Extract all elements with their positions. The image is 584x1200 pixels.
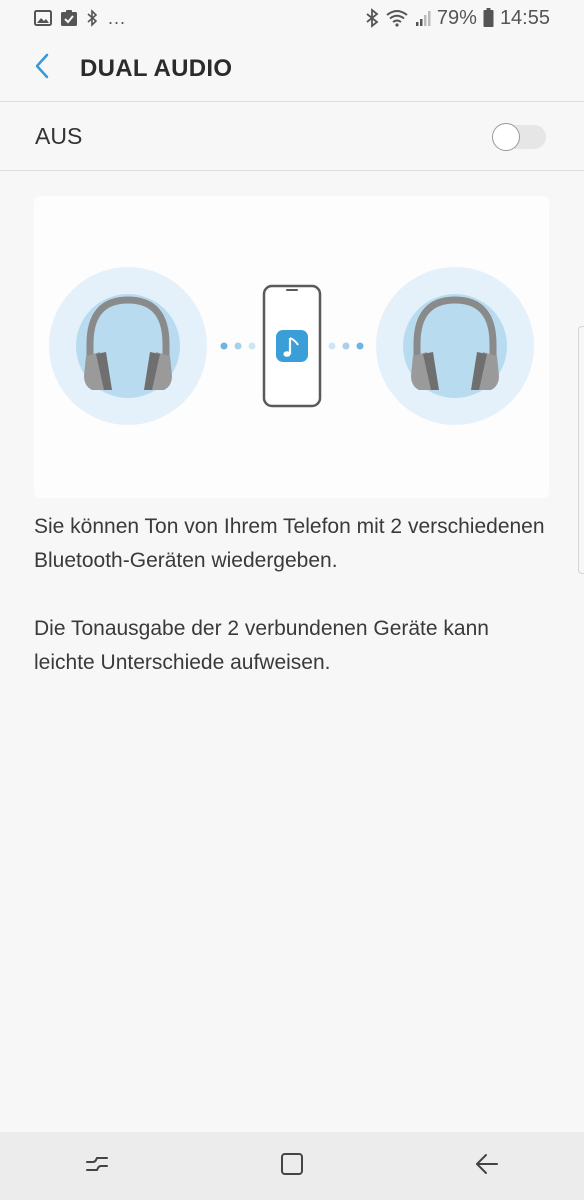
home-button[interactable] — [262, 1136, 322, 1196]
clock: 14:55 — [499, 6, 550, 29]
battery-percent: 79% — [436, 6, 477, 29]
bluetooth-icon — [365, 8, 379, 28]
switch-knob — [492, 122, 520, 151]
toggle-label: AUS — [35, 123, 83, 149]
dual-audio-toggle-row[interactable]: AUS — [0, 103, 584, 171]
status-bar: ... 79% 14:55 — [0, 0, 584, 36]
recent-apps-icon — [84, 1153, 110, 1180]
bluetooth-icon — [86, 9, 98, 27]
page-title: DUAL AUDIO — [80, 54, 233, 82]
back-button[interactable] — [22, 49, 62, 89]
dual-audio-switch[interactable] — [492, 122, 546, 151]
navigation-bar — [0, 1132, 584, 1200]
headphones-icon — [376, 267, 534, 425]
app-header: DUAL AUDIO — [0, 36, 584, 102]
nav-back-button[interactable] — [457, 1136, 517, 1196]
status-overflow: ... — [108, 7, 127, 28]
chevron-left-icon — [34, 53, 50, 84]
music-note-icon — [276, 330, 308, 362]
clipboard-check-icon — [60, 9, 78, 27]
scroll-indicator[interactable] — [578, 326, 584, 574]
dual-audio-screen: ... 79% 14:55 DUAL AUDIO AUS Sie können … — [0, 0, 584, 1200]
status-right: 79% 14:55 — [365, 7, 550, 30]
description-text-2: Die Tonausgabe der 2 verbundenen Geräte … — [34, 617, 489, 674]
connection-dots-left — [220, 342, 256, 350]
description-text-1: Sie können Ton von Ihrem Telefon mit 2 v… — [34, 515, 545, 572]
status-left: ... — [34, 8, 126, 29]
dual-audio-illustration — [34, 196, 549, 498]
connection-dots-right — [328, 342, 364, 350]
battery-icon — [483, 8, 494, 28]
signal-icon — [415, 9, 431, 27]
home-icon — [280, 1152, 304, 1181]
gallery-icon — [34, 10, 52, 26]
back-arrow-icon — [474, 1152, 500, 1181]
headphones-icon — [49, 267, 207, 425]
wifi-icon — [385, 9, 409, 27]
recent-apps-button[interactable] — [67, 1136, 127, 1196]
